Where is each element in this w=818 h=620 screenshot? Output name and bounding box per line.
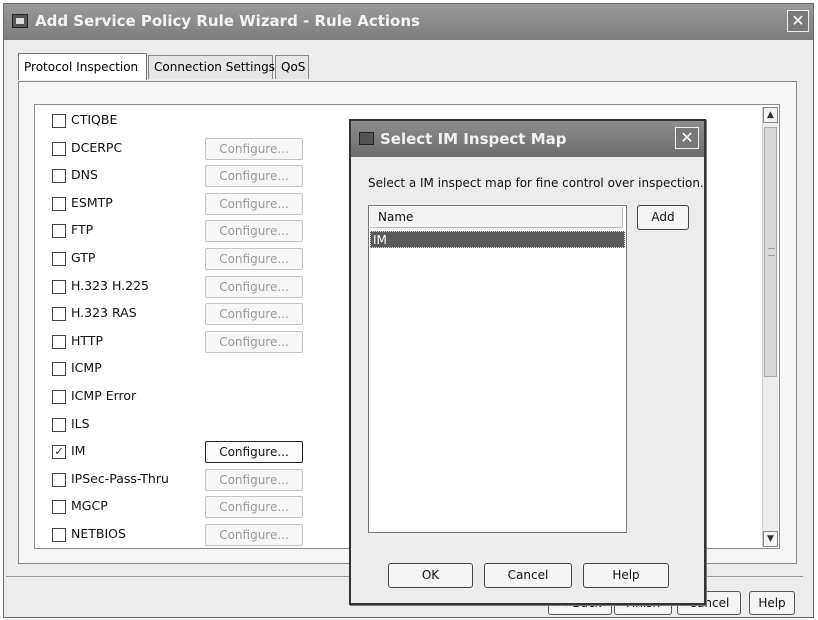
column-header-name[interactable]: Name bbox=[370, 207, 623, 228]
dialog-app-icon bbox=[359, 132, 374, 145]
configure-button[interactable]: Configure... bbox=[205, 220, 303, 242]
protocol-label: FTP bbox=[71, 222, 94, 237]
add-button[interactable]: Add bbox=[637, 205, 689, 230]
protocol-label: ICMP bbox=[71, 360, 102, 375]
protocol-checkbox[interactable] bbox=[52, 390, 66, 404]
checkmark-icon: ✓ bbox=[54, 445, 64, 458]
protocol-checkbox[interactable] bbox=[52, 169, 66, 183]
protocol-checkbox[interactable] bbox=[52, 528, 66, 542]
protocol-label: ESMTP bbox=[71, 195, 113, 210]
protocol-checkbox[interactable] bbox=[52, 418, 66, 432]
protocol-label: CTIQBE bbox=[71, 112, 118, 127]
protocol-checkbox[interactable] bbox=[52, 114, 66, 128]
protocol-checkbox[interactable] bbox=[52, 473, 66, 487]
configure-button[interactable]: Configure... bbox=[205, 193, 303, 215]
help-button[interactable]: Help bbox=[749, 591, 795, 615]
dialog-help-button[interactable]: Help bbox=[583, 563, 669, 588]
select-im-inspect-map-dialog: Select IM Inspect Map ✕ Select a IM insp… bbox=[349, 119, 706, 605]
scroll-thumb[interactable] bbox=[764, 127, 777, 377]
tab-qos[interactable]: QoS bbox=[275, 55, 309, 79]
protocol-label: DCERPC bbox=[71, 140, 123, 155]
dialog-cancel-button[interactable]: Cancel bbox=[484, 563, 572, 588]
configure-button[interactable]: Configure... bbox=[205, 165, 303, 187]
configure-button[interactable]: Configure... bbox=[205, 276, 303, 298]
protocol-label: GTP bbox=[71, 250, 96, 265]
protocol-checkbox[interactable] bbox=[52, 362, 66, 376]
protocol-checkbox[interactable] bbox=[52, 142, 66, 156]
protocol-checkbox[interactable] bbox=[52, 280, 66, 294]
dialog-close-button[interactable]: ✕ bbox=[675, 127, 699, 149]
protocol-checkbox[interactable] bbox=[52, 307, 66, 321]
configure-button[interactable]: Configure... bbox=[205, 469, 303, 491]
protocol-label: NETBIOS bbox=[71, 526, 126, 541]
protocol-checkbox[interactable]: ✓ bbox=[52, 445, 66, 459]
protocol-label: IM bbox=[71, 443, 86, 458]
vertical-scrollbar[interactable]: ▲ ▼ bbox=[762, 107, 778, 547]
protocol-checkbox[interactable] bbox=[52, 500, 66, 514]
configure-button[interactable]: Configure... bbox=[205, 303, 303, 325]
scroll-down-icon[interactable]: ▼ bbox=[763, 531, 778, 547]
protocol-label: H.323 H.225 bbox=[71, 278, 149, 293]
tab-connection-settings[interactable]: Connection Settings bbox=[148, 55, 275, 79]
ok-button[interactable]: OK bbox=[388, 563, 473, 588]
list-item[interactable]: IM bbox=[370, 231, 625, 248]
title-bar: Add Service Policy Rule Wizard - Rule Ac… bbox=[4, 4, 813, 40]
protocol-label: DNS bbox=[71, 167, 98, 182]
grip-icon bbox=[768, 248, 775, 256]
protocol-label: MGCP bbox=[71, 498, 108, 513]
protocol-checkbox[interactable] bbox=[52, 197, 66, 211]
dialog-title: Select IM Inspect Map bbox=[380, 130, 567, 148]
protocol-checkbox[interactable] bbox=[52, 335, 66, 349]
configure-button[interactable]: Configure... bbox=[205, 331, 303, 353]
window-title: Add Service Policy Rule Wizard - Rule Ac… bbox=[35, 12, 420, 30]
dialog-title-bar: Select IM Inspect Map ✕ bbox=[351, 121, 704, 157]
close-button[interactable]: ✕ bbox=[787, 10, 809, 32]
app-icon bbox=[12, 14, 28, 28]
protocol-label: HTTP bbox=[71, 333, 103, 348]
scroll-up-icon[interactable]: ▲ bbox=[763, 107, 778, 123]
protocol-label: IPSec-Pass-Thru bbox=[71, 471, 169, 486]
protocol-label: H.323 RAS bbox=[71, 305, 137, 320]
configure-button[interactable]: Configure... bbox=[205, 138, 303, 160]
configure-button[interactable]: Configure... bbox=[205, 441, 303, 463]
configure-button[interactable]: Configure... bbox=[205, 248, 303, 270]
configure-button[interactable]: Configure... bbox=[205, 524, 303, 546]
tab-protocol-inspection[interactable]: Protocol Inspection bbox=[18, 53, 147, 80]
dialog-description: Select a IM inspect map for fine control… bbox=[368, 176, 704, 190]
protocol-label: ILS bbox=[71, 416, 90, 431]
configure-button[interactable]: Configure... bbox=[205, 496, 303, 518]
protocol-checkbox[interactable] bbox=[52, 224, 66, 238]
protocol-checkbox[interactable] bbox=[52, 252, 66, 266]
inspect-map-list[interactable]: Name IM bbox=[368, 205, 627, 533]
protocol-label: ICMP Error bbox=[71, 388, 137, 403]
